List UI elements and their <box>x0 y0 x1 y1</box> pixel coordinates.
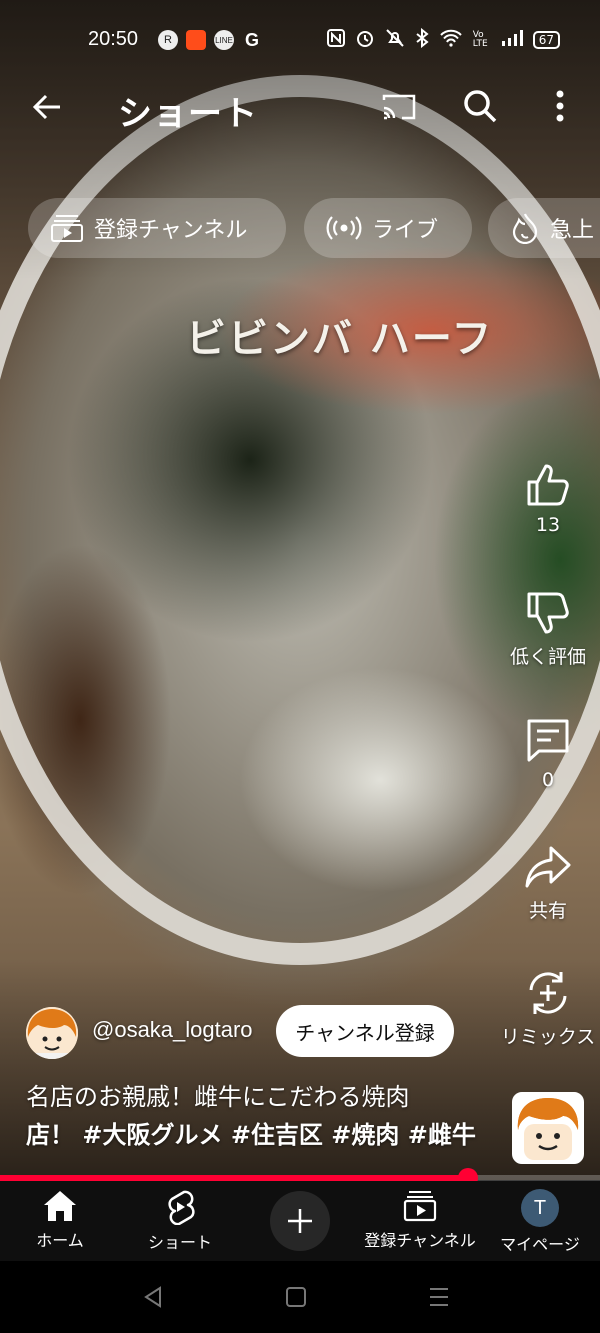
nfc-icon <box>326 29 345 51</box>
bottom-navigation: ホーム ショート 登録チャンネル T マイページ <box>0 1181 600 1261</box>
description-line-1: 名店のお親戚！雌牛にこだわる焼肉 <box>26 1083 410 1111</box>
avatar-illustration-icon <box>26 1007 78 1059</box>
comments-button[interactable]: 0 <box>496 715 600 791</box>
share-icon <box>525 846 571 888</box>
back-arrow-icon <box>32 94 60 120</box>
more-options-button[interactable] <box>548 86 572 126</box>
nav-shorts[interactable]: ショート <box>120 1189 240 1253</box>
channel-avatar[interactable] <box>26 1007 78 1059</box>
nav-label: 登録チャンネル <box>364 1231 476 1250</box>
nav-home[interactable]: ホーム <box>0 1189 120 1251</box>
back-button[interactable] <box>28 88 66 126</box>
chip-trending[interactable]: 急上 <box>488 198 600 258</box>
app-notification-icon <box>186 30 206 50</box>
nav-label: ホーム <box>36 1231 84 1250</box>
battery-indicator: 67 <box>532 31 560 49</box>
nav-label: マイページ <box>500 1235 580 1254</box>
plus-icon <box>288 1209 312 1233</box>
alarm-icon <box>355 28 375 52</box>
menu-lines-icon <box>430 1288 448 1306</box>
network-type-label: Vo LTE <box>472 30 488 49</box>
bluetooth-icon <box>415 27 429 52</box>
subscriptions-icon <box>403 1191 437 1222</box>
search-icon <box>464 90 497 123</box>
system-back-button[interactable] <box>142 1285 164 1313</box>
status-time: 20:50 <box>88 28 139 50</box>
share-button[interactable]: 共有 <box>496 842 600 923</box>
remix-icon <box>529 972 567 1014</box>
signal-icon <box>501 29 523 51</box>
avatar-illustration-icon <box>514 1094 582 1162</box>
cast-icon <box>382 94 416 120</box>
app-bar: ショート <box>0 80 600 136</box>
like-count: 13 <box>535 514 561 536</box>
filter-chips: 登録チャンネル ライブ 急上 <box>28 198 600 260</box>
dislike-button[interactable]: 低く評価 <box>496 588 600 669</box>
nav-my-page[interactable]: T マイページ <box>480 1189 600 1255</box>
wifi-icon <box>439 29 463 51</box>
like-button[interactable]: 13 <box>496 460 600 536</box>
more-vert-icon <box>556 90 564 122</box>
status-app-icons: R LINE G <box>158 30 262 50</box>
nav-create-button[interactable] <box>270 1191 330 1251</box>
description-line-2: 店！ #大阪グルメ #住吉区 #焼肉 #雌牛 <box>26 1121 476 1149</box>
shorts-icon <box>168 1190 195 1225</box>
remix-button[interactable]: リミックス <box>496 968 600 1049</box>
system-home-button[interactable] <box>285 1285 307 1313</box>
user-avatar: T <box>521 1189 559 1227</box>
subscriptions-icon <box>51 215 83 242</box>
channel-handle[interactable]: @osaka_logtaro <box>92 1017 253 1043</box>
dislike-label: 低く評価 <box>509 646 586 668</box>
chip-label: 急上 <box>550 218 595 243</box>
status-indicators: Vo LTE 67 <box>326 27 560 52</box>
search-button[interactable] <box>460 86 500 126</box>
remix-label: リミックス <box>500 1026 596 1048</box>
thumbs-down-icon <box>527 592 569 634</box>
channel-row: @osaka_logtaro チャンネル登録 <box>26 1005 476 1061</box>
subscribe-button[interactable]: チャンネル登録 <box>276 1005 454 1057</box>
comment-icon <box>527 719 569 762</box>
square-home-icon <box>286 1287 306 1307</box>
chip-subscriptions[interactable]: 登録チャンネル <box>28 198 286 258</box>
system-menu-button[interactable] <box>428 1285 450 1313</box>
trending-icon <box>512 213 538 244</box>
google-app-icon: G <box>244 29 259 50</box>
nav-subscriptions[interactable]: 登録チャンネル <box>360 1189 480 1251</box>
home-icon <box>44 1191 76 1221</box>
comment-count: 0 <box>541 769 555 791</box>
nav-label: ショート <box>147 1233 212 1252</box>
system-navigation-bar <box>0 1261 600 1333</box>
line-app-icon: LINE <box>214 30 234 50</box>
chip-label: ライブ <box>372 218 439 243</box>
chip-label: 登録チャンネル <box>94 218 248 243</box>
chip-live[interactable]: ライブ <box>304 198 472 258</box>
app-r-icon: R <box>158 30 178 50</box>
sound-thumbnail[interactable] <box>512 1092 584 1164</box>
thumbs-up-icon <box>527 464 569 506</box>
video-description[interactable]: 名店のお親戚！雌牛にこだわる焼肉 店！ #大阪グルメ #住吉区 #焼肉 #雌牛 <box>26 1078 496 1154</box>
share-label: 共有 <box>528 900 567 922</box>
mute-icon <box>385 28 405 52</box>
cast-button[interactable] <box>380 88 418 126</box>
triangle-back-icon <box>144 1286 161 1308</box>
video-caption: ビビンバ ハーフ <box>186 316 494 362</box>
page-title: ショート <box>118 94 258 134</box>
status-bar: 20:50 R LINE G Vo LTE 67 <box>0 0 600 80</box>
live-icon <box>326 216 362 240</box>
